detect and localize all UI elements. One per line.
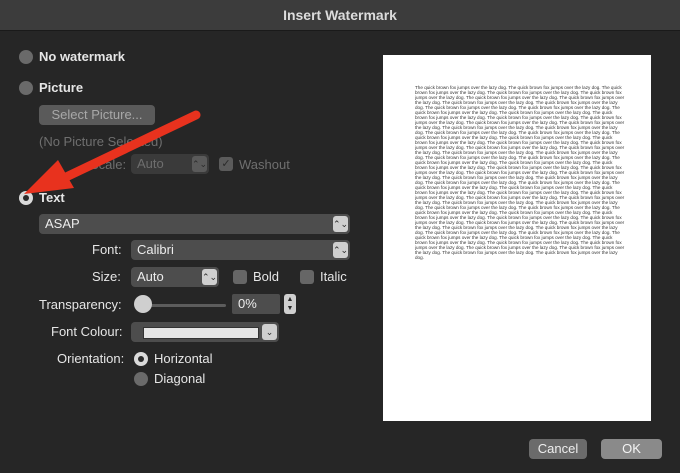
red-arrow-icon bbox=[24, 110, 201, 194]
